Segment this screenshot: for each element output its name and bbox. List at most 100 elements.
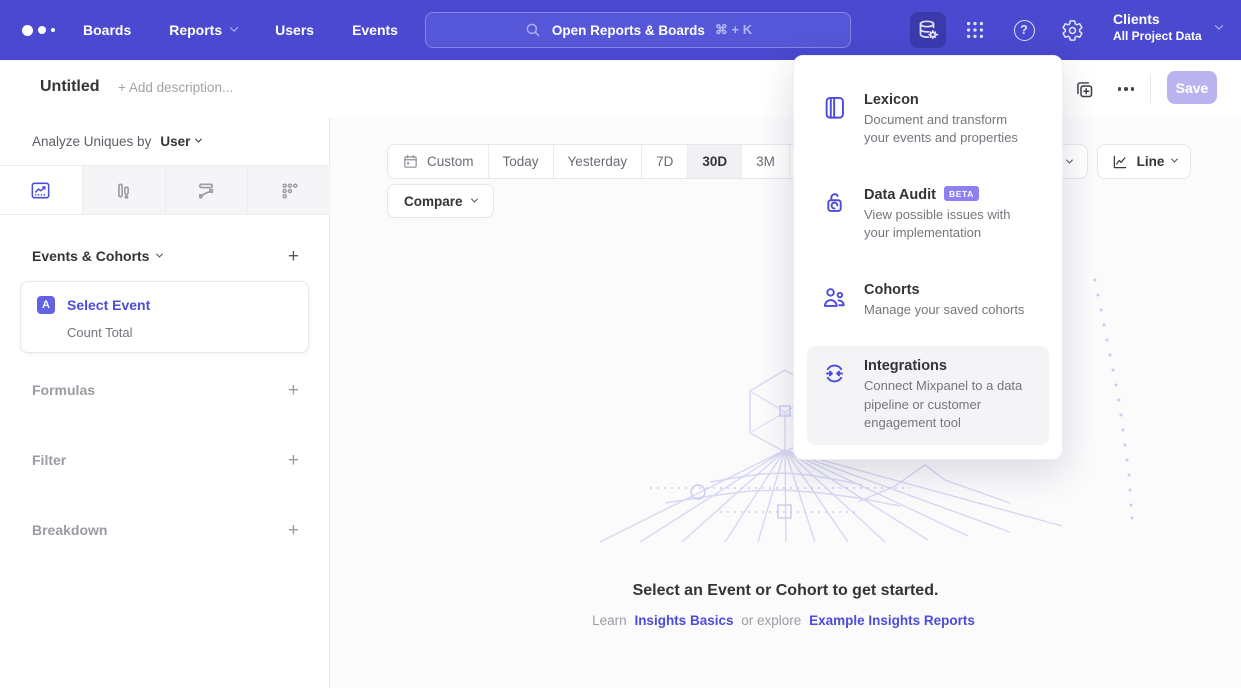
filter-row: Filter + [32, 448, 299, 472]
gear-icon [1061, 19, 1084, 42]
chevron-down-icon [1066, 157, 1073, 164]
menu-item-description: View possible issues with your implement… [864, 206, 1035, 243]
chevron-down-icon [230, 23, 238, 31]
breakdown-label: Breakdown [32, 522, 107, 538]
project-name: Clients [1113, 11, 1202, 27]
data-audit-lock-icon [821, 187, 848, 243]
search-icon [524, 21, 542, 39]
data-management-menu: Lexicon Document and transform your even… [793, 55, 1063, 460]
report-title[interactable]: Untitled [40, 78, 100, 96]
search-shortcut-hint: ⌘ + K [715, 22, 752, 38]
grid-dots-icon [964, 19, 986, 41]
line-chart-tab-icon [29, 179, 52, 202]
nav-item-reports[interactable]: Reports [169, 22, 237, 38]
analyze-label: Analyze Uniques by [32, 134, 151, 149]
more-options-button[interactable] [1114, 77, 1138, 101]
analyze-uniques-row: Analyze Uniques by User [32, 134, 201, 149]
project-selector[interactable]: Clients All Project Data [1113, 11, 1222, 43]
empty-state-links: Learn Insights Basics or explore Example… [330, 613, 1241, 628]
menu-item-integrations[interactable]: Integrations Connect Mixpanel to a data … [807, 346, 1049, 444]
menu-item-data-audit[interactable]: Data Audit BETA View possible issues wit… [807, 175, 1049, 255]
chevron-down-icon [470, 195, 477, 202]
menu-item-lexicon[interactable]: Lexicon Document and transform your even… [807, 80, 1049, 160]
tab-bar-chart[interactable] [83, 166, 166, 214]
help-button[interactable]: ? [1006, 12, 1042, 48]
cohorts-people-icon [821, 282, 848, 319]
events-cohorts-header: Events & Cohorts + [32, 245, 299, 267]
select-event-button[interactable]: Select Event [67, 297, 150, 313]
insights-basics-link[interactable]: Insights Basics [634, 613, 733, 628]
date-range-custom[interactable]: Custom [388, 145, 488, 178]
filter-label: Filter [32, 452, 66, 468]
menu-item-description: Document and transform your events and p… [864, 111, 1035, 148]
ellipsis-icon [1118, 87, 1135, 91]
project-scope: All Project Data [1113, 29, 1202, 43]
date-range-3m[interactable]: 3M [741, 145, 789, 178]
add-filter-button[interactable]: + [288, 451, 299, 470]
chevron-down-icon [156, 250, 163, 257]
query-builder-sidebar: Analyze Uniques by User [0, 117, 330, 688]
tab-flows[interactable] [166, 166, 249, 214]
menu-item-title: Lexicon [864, 92, 1035, 108]
chevron-down-icon[interactable] [195, 136, 202, 143]
example-reports-link[interactable]: Example Insights Reports [809, 613, 975, 628]
menu-item-title: Data Audit BETA [864, 187, 1035, 203]
calendar-icon [402, 153, 419, 170]
nav-item-events[interactable]: Events [352, 22, 398, 38]
chevron-down-icon [1214, 21, 1222, 29]
add-event-button[interactable]: + [288, 247, 299, 266]
date-range-selector: Custom Today Yesterday 7D 30D 3M 6M [387, 144, 838, 179]
empty-state-title: Select an Event or Cohort to get started… [330, 582, 1241, 600]
flows-tab-icon [195, 179, 218, 202]
chevron-down-icon [1171, 156, 1178, 163]
top-navigation-bar: Boards Reports Users Events Open Reports… [0, 0, 1241, 60]
help-icon: ? [1014, 20, 1035, 41]
add-formula-button[interactable]: + [288, 381, 299, 400]
tab-retention[interactable] [248, 166, 330, 214]
learn-prefix: Learn [592, 613, 627, 628]
menu-item-title: Cohorts [864, 282, 1024, 298]
date-range-7d[interactable]: 7D [641, 145, 687, 178]
event-letter-badge: A [37, 296, 55, 314]
chart-type-tabs [0, 165, 330, 215]
primary-nav: Boards Reports Users Events [83, 0, 398, 60]
menu-item-title: Integrations [864, 358, 1035, 374]
mixpanel-insights-screen: Boards Reports Users Events Open Reports… [0, 0, 1241, 688]
nav-item-boards[interactable]: Boards [83, 22, 131, 38]
global-search-input[interactable]: Open Reports & Boards ⌘ + K [425, 12, 851, 48]
report-canvas: Custom Today Yesterday 7D 30D 3M 6M Comp… [330, 117, 1241, 688]
event-card[interactable]: A Select Event Count Total [20, 281, 309, 353]
tab-insights-line[interactable] [0, 166, 83, 214]
analyze-value-dropdown[interactable]: User [160, 134, 190, 149]
mixpanel-logo-icon[interactable] [22, 0, 55, 60]
header-divider [1150, 75, 1151, 103]
date-range-30d[interactable]: 30D [687, 145, 741, 178]
integrations-sync-icon [821, 358, 848, 432]
count-total-dropdown[interactable]: Count Total [67, 325, 133, 340]
apps-grid-button[interactable] [957, 12, 993, 48]
lexicon-book-icon [821, 92, 848, 148]
add-description-field[interactable]: + Add description... [118, 80, 233, 95]
duplicate-report-button[interactable] [1072, 77, 1096, 101]
date-range-today[interactable]: Today [488, 145, 553, 178]
data-management-button[interactable] [910, 12, 946, 48]
save-button[interactable]: Save [1167, 71, 1217, 104]
nav-item-users[interactable]: Users [275, 22, 314, 38]
copy-plus-icon [1074, 79, 1095, 100]
date-range-yesterday[interactable]: Yesterday [553, 145, 642, 178]
chart-style-dropdown[interactable]: Line [1097, 144, 1191, 179]
menu-item-cohorts[interactable]: Cohorts Manage your saved cohorts [807, 270, 1049, 331]
menu-item-description: Manage your saved cohorts [864, 301, 1024, 319]
events-cohorts-dropdown[interactable]: Events & Cohorts [32, 248, 162, 264]
line-chart-icon [1111, 153, 1129, 171]
explore-middle: or explore [741, 613, 801, 628]
database-gear-icon [916, 18, 940, 42]
compare-dropdown[interactable]: Compare [387, 184, 494, 218]
settings-button[interactable] [1054, 12, 1090, 48]
retention-dots-tab-icon [278, 179, 301, 202]
menu-item-description: Connect Mixpanel to a data pipeline or c… [864, 377, 1035, 432]
beta-badge: BETA [944, 186, 979, 201]
add-breakdown-button[interactable]: + [288, 521, 299, 540]
breakdown-row: Breakdown + [32, 518, 299, 542]
bar-chart-tab-icon [112, 179, 135, 202]
